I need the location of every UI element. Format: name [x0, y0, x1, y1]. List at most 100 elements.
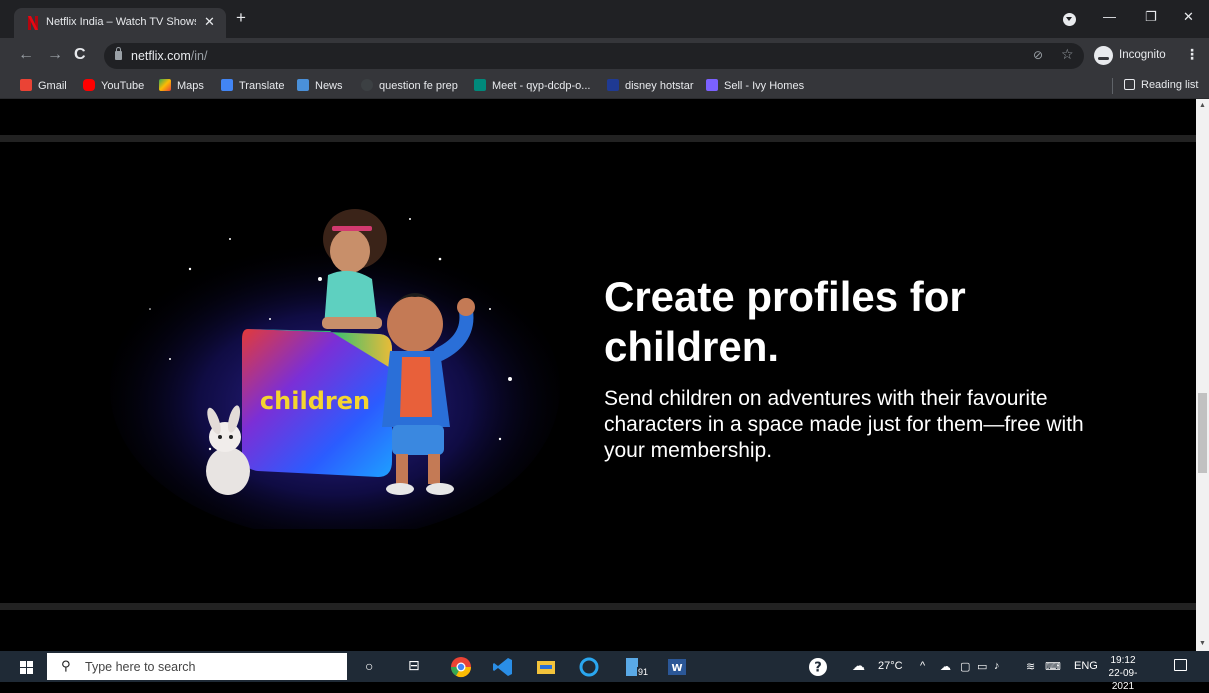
bookmark-gmail[interactable]: Gmail	[20, 79, 67, 95]
search-icon: ⚲	[61, 658, 71, 673]
back-icon[interactable]: ←	[18, 46, 34, 64]
battery-icon[interactable]: ▭	[977, 660, 987, 673]
page-description: Send children on adventures with their f…	[604, 387, 1084, 462]
bookmark-label: Meet - qyp-dcdp-o...	[492, 80, 591, 92]
news-icon	[297, 79, 309, 91]
bookmark-translate[interactable]: Translate	[221, 79, 284, 95]
bookmark-ivy-homes[interactable]: Sell - Ivy Homes	[706, 79, 804, 95]
help-taskbar-icon[interactable]: ?	[808, 657, 830, 679]
section-divider-top	[0, 135, 1196, 142]
meet-icon	[474, 79, 486, 91]
wifi-icon[interactable]: ≋	[1026, 660, 1035, 673]
clock-time: 19:12	[1110, 655, 1136, 666]
cortana-ring-taskbar-icon[interactable]	[578, 656, 600, 678]
tab-title: Netflix India – Watch TV Shows O	[46, 16, 196, 28]
bookmark-disney-hotstar[interactable]: disney hotstar	[607, 79, 693, 95]
tab-search-icon[interactable]	[1063, 13, 1076, 26]
cortana-icon[interactable]: ○	[365, 658, 387, 680]
speaker-icon[interactable]: ♪	[994, 660, 1000, 672]
bookmark-meet[interactable]: Meet - qyp-dcdp-o...	[474, 79, 590, 95]
file-explorer-taskbar-icon[interactable]	[535, 656, 557, 678]
bookmark-label: Gmail	[38, 80, 67, 92]
youtube-icon	[83, 79, 95, 91]
windows-start-icon[interactable]	[20, 661, 33, 674]
svg-text:?: ?	[814, 661, 822, 676]
cloud-weather-icon[interactable]: ☁	[852, 658, 865, 674]
device-icon[interactable]: ▢	[960, 660, 970, 673]
incognito-icon	[1094, 46, 1113, 65]
bookmarks-bar: Gmail YouTube Maps Translate News questi…	[0, 73, 1209, 99]
hotstar-icon	[607, 79, 619, 91]
bookmark-question-fe-prep[interactable]: question fe prep	[361, 79, 458, 95]
netflix-favicon-icon	[28, 16, 38, 30]
browser-tab[interactable]: Netflix India – Watch TV Shows O ✕	[14, 8, 226, 38]
reading-list-button[interactable]: Reading list	[1124, 79, 1198, 95]
bookmark-youtube[interactable]: YouTube	[83, 79, 144, 95]
translate-icon	[221, 79, 233, 91]
reading-list-label: Reading list	[1141, 79, 1199, 91]
lock-icon[interactable]	[115, 47, 122, 60]
windows-taskbar: ⚲ Type here to search ○ ⊟ 91 W ? ☁ 27°C …	[0, 651, 1209, 692]
ring-icon	[579, 657, 599, 677]
minimize-icon[interactable]: —	[1103, 9, 1116, 24]
tab-strip: Netflix India – Watch TV Shows O ✕ + — ❐…	[0, 0, 1209, 38]
clock-date: 22-09-2021	[1108, 668, 1138, 692]
weather-temperature[interactable]: 27°C	[878, 660, 903, 672]
chrome-taskbar-icon[interactable]	[450, 656, 472, 678]
onedrive-icon[interactable]: ☁	[940, 660, 951, 673]
bookmark-news[interactable]: News	[297, 79, 343, 95]
eye-off-icon[interactable]: ⊘	[1033, 48, 1043, 62]
children-profile-illustration: children	[110, 209, 560, 529]
maps-icon	[159, 79, 171, 91]
new-tab-button[interactable]: +	[236, 9, 246, 27]
bookmark-label: Sell - Ivy Homes	[724, 80, 805, 92]
scroll-down-icon[interactable]: ▼	[1199, 640, 1206, 647]
ivy-icon	[706, 79, 718, 91]
scroll-up-icon[interactable]: ▲	[1199, 102, 1206, 109]
bookmark-maps[interactable]: Maps	[159, 79, 204, 95]
word-taskbar-icon[interactable]: W	[666, 656, 688, 678]
tab-close-icon[interactable]: ✕	[204, 14, 215, 30]
notification-center-icon[interactable]	[1174, 659, 1187, 671]
bookmark-star-icon[interactable]: ☆	[1061, 46, 1074, 63]
taskbar-search-placeholder: Type here to search	[85, 660, 196, 674]
bookmark-label: Maps	[177, 80, 204, 92]
chevron-up-icon[interactable]: ^	[920, 660, 925, 672]
section-divider-bottom	[0, 603, 1196, 610]
url-text[interactable]: netflix.com/in/	[131, 49, 207, 63]
help-icon: ?	[809, 658, 827, 676]
task-view-icon[interactable]: ⊟	[408, 657, 430, 679]
page-scrollbar[interactable]	[1196, 99, 1209, 651]
taskbar-search-box[interactable]: ⚲ Type here to search	[47, 653, 347, 680]
keyboard-icon[interactable]: ⌨	[1045, 660, 1061, 673]
bookmarks-divider	[1112, 78, 1113, 94]
taskbar-badge: 91	[637, 667, 650, 677]
bookmark-label: News	[315, 80, 343, 92]
svg-text:W: W	[671, 663, 682, 674]
word-logo-icon: W	[668, 659, 686, 675]
forward-icon[interactable]: →	[47, 46, 63, 64]
netflix-page: children Create profiles for children. S…	[0, 99, 1196, 651]
chrome-logo-icon	[450, 657, 472, 678]
address-bar[interactable]: netflix.com/in/ ⊘ ☆	[104, 43, 1084, 69]
folder-icon	[537, 661, 555, 674]
taskbar-clock[interactable]: 19:12 22-09-2021	[1100, 654, 1146, 693]
language-indicator[interactable]: ENG	[1074, 660, 1098, 672]
url-host: netflix.com	[131, 49, 191, 63]
scrollbar-thumb[interactable]	[1198, 393, 1207, 473]
gmail-icon	[20, 79, 32, 91]
close-window-icon[interactable]: ✕	[1183, 9, 1194, 25]
menu-kebab-icon[interactable]: ⋮	[1185, 46, 1199, 63]
restore-icon[interactable]: ❐	[1145, 9, 1157, 25]
illustration-label: children	[260, 387, 370, 415]
children-card: children	[242, 329, 392, 477]
bookmark-label: disney hotstar	[625, 80, 694, 92]
bookmark-label: question fe prep	[379, 80, 458, 92]
reading-list-icon	[1124, 79, 1135, 90]
page-heading: Create profiles for children.	[604, 273, 966, 370]
vscode-taskbar-icon[interactable]	[492, 656, 514, 678]
reload-icon[interactable]: C	[74, 46, 86, 64]
incognito-label: Incognito	[1119, 49, 1166, 61]
bookmark-label: Translate	[239, 80, 285, 92]
globe-icon	[361, 79, 373, 91]
